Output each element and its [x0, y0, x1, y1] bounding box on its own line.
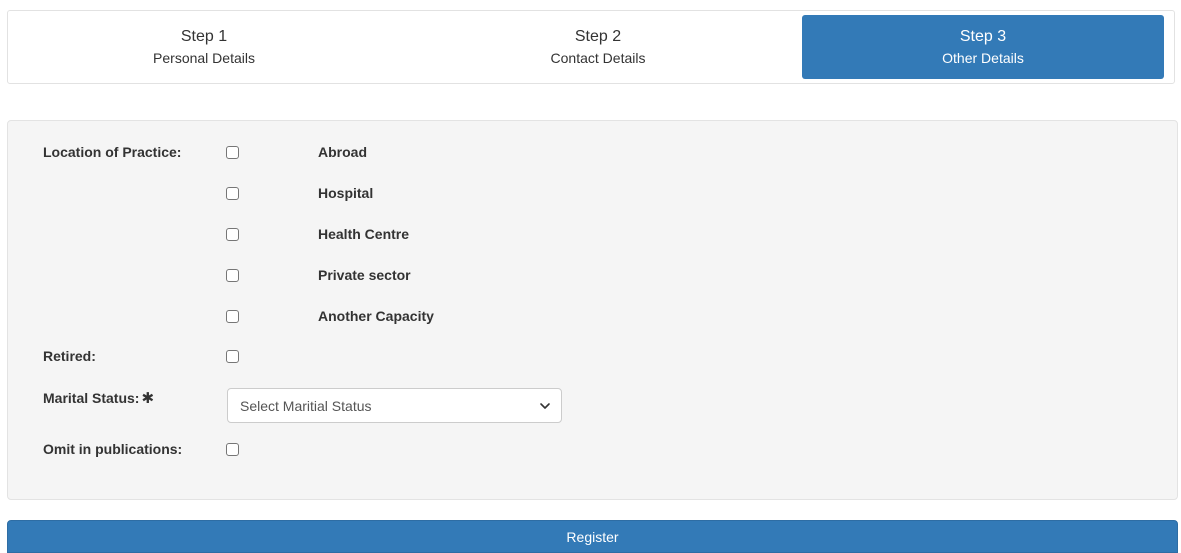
step-3-tab-active[interactable]: Step 3 Other Details: [802, 15, 1164, 79]
chevron-down-icon: [540, 403, 550, 409]
marital-status-placeholder: Select Maritial Status: [240, 397, 372, 414]
step-1-subtitle: Personal Details: [153, 49, 255, 66]
health-centre-checkbox[interactable]: [226, 228, 239, 241]
omit-in-publications-label: Omit in publications:: [43, 441, 183, 457]
hospital-checkbox[interactable]: [226, 187, 239, 200]
marital-status-select[interactable]: Select Maritial Status: [227, 388, 562, 423]
another-capacity-checkbox[interactable]: [226, 310, 239, 323]
abroad-checkbox[interactable]: [226, 146, 239, 159]
marital-status-label: Marital Status: ✱: [43, 390, 154, 407]
omit-in-publications-checkbox[interactable]: [226, 443, 239, 456]
step-1-tab[interactable]: Step 1 Personal Details: [24, 15, 384, 79]
private-sector-option-label: Private sector: [318, 267, 411, 283]
retired-checkbox[interactable]: [226, 350, 239, 363]
step-3-subtitle: Other Details: [942, 49, 1024, 66]
register-button[interactable]: Register: [7, 520, 1178, 553]
marital-status-label-text: Marital Status:: [43, 390, 140, 406]
step-3-title: Step 3: [959, 27, 1007, 45]
hospital-option-label: Hospital: [318, 185, 374, 201]
required-asterisk-icon: ✱: [141, 390, 155, 407]
retired-label: Retired:: [43, 348, 96, 364]
private-sector-checkbox[interactable]: [226, 269, 239, 282]
steps-wizard: Step 1 Personal Details Step 2 Contact D…: [7, 10, 1175, 84]
step-2-tab[interactable]: Step 2 Contact Details: [418, 15, 778, 79]
step-2-subtitle: Contact Details: [550, 49, 646, 66]
abroad-option-label: Abroad: [318, 144, 367, 160]
step-2-title: Step 2: [574, 27, 622, 45]
step-1-title: Step 1: [180, 27, 228, 45]
health-centre-option-label: Health Centre: [318, 226, 410, 242]
other-details-panel: Location of Practice: Abroad Hospital He…: [7, 120, 1178, 500]
another-capacity-option-label: Another Capacity: [318, 308, 434, 324]
location-of-practice-label: Location of Practice:: [43, 144, 182, 160]
